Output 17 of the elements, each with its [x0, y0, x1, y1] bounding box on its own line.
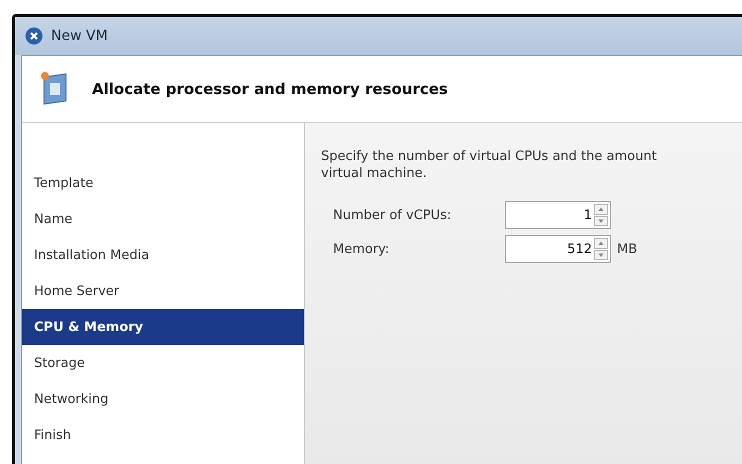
sidebar-item[interactable]: Template — [22, 165, 304, 201]
sidebar-item[interactable]: Installation Media — [22, 237, 304, 273]
spin-field[interactable]: 512 — [505, 235, 611, 263]
close-icon[interactable] — [25, 27, 43, 45]
sidebar-item[interactable]: CPU & Memory — [22, 309, 304, 345]
sidebar-item[interactable]: Networking — [22, 381, 304, 417]
header-title: Allocate processor and memory resources — [92, 80, 448, 98]
field-label: Number of vCPUs: — [333, 208, 452, 222]
field-label: Memory: — [333, 242, 390, 256]
sidebar-item[interactable]: Storage — [22, 345, 304, 381]
unit-label: MB — [617, 242, 638, 256]
sidebar-item[interactable]: Home Server — [22, 273, 304, 309]
spin-field[interactable]: 1 — [505, 201, 611, 229]
sidebar-item[interactable]: Name — [22, 201, 304, 237]
window-title: New VM — [51, 28, 108, 44]
description-text: Specify the number of virtual CPUs and the amount virtual machine. — [321, 148, 658, 182]
sidebar-item[interactable]: Finish — [22, 417, 304, 453]
